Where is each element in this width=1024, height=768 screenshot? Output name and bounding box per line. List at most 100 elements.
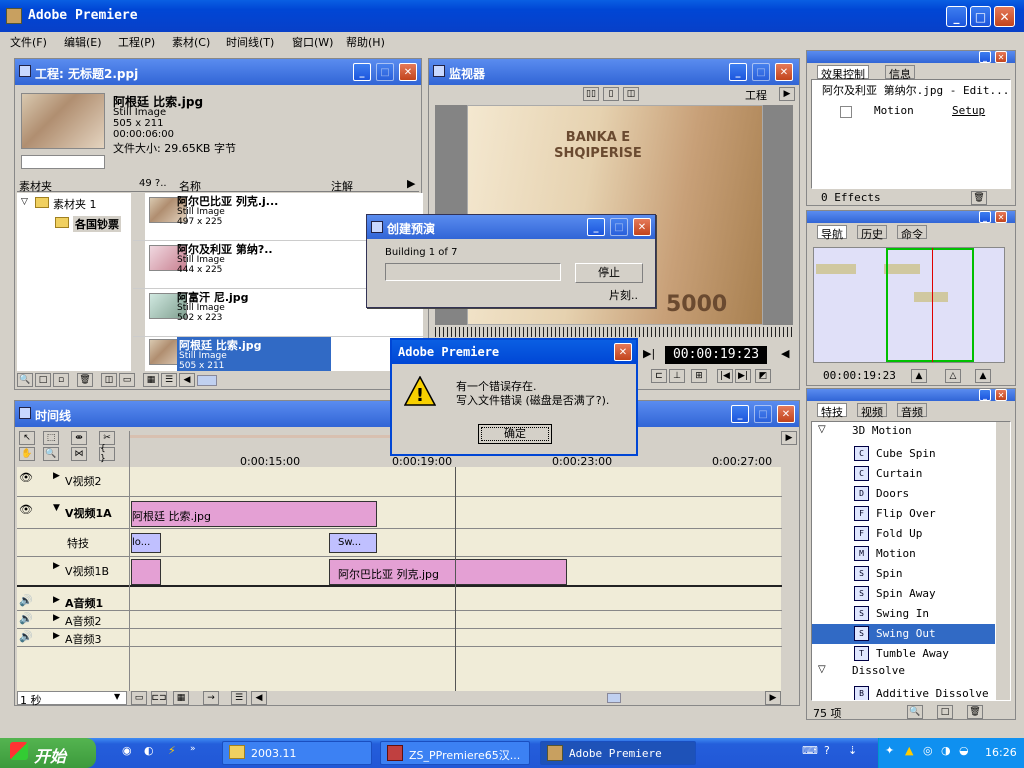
sync-icon[interactable]: ▦ bbox=[173, 691, 189, 705]
fx-folder-icon[interactable]: □ bbox=[937, 705, 953, 719]
preview-play-bar[interactable] bbox=[21, 155, 105, 169]
timeline-menu-icon[interactable]: ▶ bbox=[781, 431, 797, 445]
next-frame-icon[interactable]: ▶| bbox=[643, 347, 661, 363]
start-button[interactable]: 开始 bbox=[0, 738, 96, 768]
help-icon[interactable]: ? bbox=[824, 744, 830, 757]
zoom-tool-icon[interactable]: 🔍 bbox=[43, 447, 59, 461]
timeline-close-icon[interactable]: ✕ bbox=[777, 405, 795, 423]
expand-track-icon[interactable]: ▶ bbox=[53, 471, 60, 481]
expand-icon[interactable]: ▽ bbox=[818, 424, 826, 435]
nav-zoom-in-icon[interactable]: ▲ bbox=[975, 369, 991, 383]
goto-in-icon[interactable]: |◀ bbox=[717, 369, 733, 383]
fx-close-icon[interactable]: ✕ bbox=[995, 389, 1007, 401]
network-icon[interactable]: ◎ bbox=[923, 744, 933, 757]
hand-tool-icon[interactable]: ✋ bbox=[19, 447, 35, 461]
clip-v1b-head[interactable] bbox=[131, 559, 161, 585]
menu-project[interactable]: 工程(P) bbox=[118, 34, 155, 50]
nav-minimize-icon[interactable]: _ bbox=[979, 211, 991, 223]
shortcut-icon[interactable]: ⚡ bbox=[168, 744, 176, 757]
menu-window[interactable]: 窗口(W) bbox=[292, 34, 333, 50]
tab-info[interactable]: 信息 bbox=[885, 65, 915, 81]
error-close-icon[interactable]: ✕ bbox=[614, 343, 632, 361]
maximize-icon[interactable]: □ bbox=[970, 6, 991, 27]
monitor-menu-icon[interactable]: ▶ bbox=[779, 87, 795, 101]
menu-help[interactable]: 帮助(H) bbox=[346, 34, 385, 50]
menu-file[interactable]: 文件(F) bbox=[10, 34, 47, 50]
fx-group-label[interactable]: 3D Motion bbox=[852, 424, 912, 437]
delete-icon[interactable]: 🗑 bbox=[77, 373, 93, 387]
transition-clip-2[interactable]: Sw... bbox=[329, 533, 377, 553]
col-notes[interactable]: 注解 bbox=[331, 178, 353, 194]
ec-minimize-icon[interactable]: _ bbox=[979, 51, 991, 63]
render-maximize-icon[interactable]: □ bbox=[610, 218, 628, 236]
nav-view-frame[interactable] bbox=[886, 248, 974, 362]
security-icon[interactable]: ◒ bbox=[959, 744, 969, 757]
task-doc[interactable]: ZS_PPremiere65汉... bbox=[380, 741, 530, 765]
bin-item-1[interactable]: 素材夹 1 bbox=[53, 196, 97, 212]
tab-history[interactable]: 历史 bbox=[857, 225, 887, 241]
speaker-icon[interactable]: 🔊 bbox=[19, 594, 33, 607]
eye-icon[interactable]: 👁 bbox=[19, 503, 33, 516]
language-icon[interactable]: ⇣ bbox=[848, 744, 857, 757]
expand-track-icon[interactable]: ▶ bbox=[53, 613, 60, 623]
collapse-track-icon[interactable]: ▼ bbox=[53, 503, 60, 513]
snap-icon[interactable]: ⊏⊐ bbox=[151, 691, 167, 705]
speaker-icon[interactable]: 🔊 bbox=[19, 612, 33, 625]
track-format-icon[interactable]: ▭ bbox=[131, 691, 147, 705]
fx-item[interactable]: C Curtain bbox=[812, 464, 995, 484]
render-minimize-icon[interactable]: _ bbox=[587, 218, 605, 236]
tab-transitions[interactable]: 特技 bbox=[817, 403, 847, 419]
stop-button[interactable]: 停止 bbox=[575, 263, 643, 283]
scroll-left-icon[interactable]: ◀ bbox=[251, 691, 267, 705]
fx-find-icon[interactable]: 🔍 bbox=[907, 705, 923, 719]
render-close-icon[interactable]: ✕ bbox=[633, 218, 651, 236]
extract-icon[interactable]: ⊞ bbox=[691, 369, 707, 383]
in-out-tool-icon[interactable]: { } bbox=[99, 444, 115, 464]
razor-tool-icon[interactable]: ✂ bbox=[99, 431, 115, 445]
fx-item[interactable]: D Doors bbox=[812, 484, 995, 504]
volume-icon[interactable]: ◀ bbox=[781, 347, 789, 360]
nav-close-icon[interactable]: ✕ bbox=[995, 211, 1007, 223]
fx-item[interactable]: S Spin bbox=[812, 564, 995, 584]
col-count[interactable]: 49 ?.. bbox=[139, 178, 167, 189]
automate-icon[interactable]: ◫ bbox=[101, 373, 117, 387]
cross-fade-tool-icon[interactable]: ⋈ bbox=[71, 447, 87, 461]
nav-zoom-out-icon[interactable]: ▲ bbox=[911, 369, 927, 383]
project-maximize-icon[interactable]: □ bbox=[376, 63, 394, 81]
trim-view-icon[interactable]: ◫ bbox=[623, 87, 639, 101]
scroll-right-icon[interactable]: ▶ bbox=[765, 691, 781, 705]
setup-link[interactable]: Setup bbox=[952, 104, 985, 117]
fx-group-label[interactable]: Dissolve bbox=[852, 664, 905, 677]
player-icon[interactable]: ◐ bbox=[144, 744, 154, 757]
new-bin-icon[interactable]: □ bbox=[35, 373, 51, 387]
menu-clip[interactable]: 素材(C) bbox=[172, 34, 210, 50]
range-select-tool-icon[interactable]: ⬚ bbox=[43, 431, 59, 445]
tray-icon[interactable]: ✦ bbox=[885, 744, 894, 757]
toggle-track-icon[interactable]: ☰ bbox=[231, 691, 247, 705]
fx-scrollbar[interactable] bbox=[996, 422, 1010, 700]
volume-tray-icon[interactable]: ◑ bbox=[941, 744, 951, 757]
tab-navigator[interactable]: 导航 bbox=[817, 225, 847, 241]
zoom-select[interactable]: 1 秒 ▼ bbox=[17, 691, 127, 707]
list-item-selected[interactable]: 阿根廷 比索.jpg Still Image 505 x 211 bbox=[133, 337, 423, 371]
timeline-scroll-thumb[interactable] bbox=[607, 693, 621, 703]
nav-zoom-slider-icon[interactable]: △ bbox=[945, 369, 961, 383]
monitor-minimize-icon[interactable]: _ bbox=[729, 63, 747, 81]
eye-icon[interactable]: 👁 bbox=[19, 471, 33, 484]
ie-icon[interactable]: ◉ bbox=[122, 744, 132, 757]
monitor-timecode[interactable]: 00:00:19:23 bbox=[665, 346, 767, 364]
bin-item-2[interactable]: 各国钞票 bbox=[73, 216, 121, 232]
fx-item[interactable]: B Additive Dissolve bbox=[812, 684, 995, 700]
close-icon[interactable]: ✕ bbox=[994, 6, 1015, 27]
menu-timeline[interactable]: 时间线(T) bbox=[226, 34, 274, 50]
monitor-scrubber[interactable] bbox=[435, 327, 795, 337]
fx-delete-icon[interactable]: 🗑 bbox=[967, 705, 983, 719]
tab-video[interactable]: 视频 bbox=[857, 403, 887, 419]
fx-item[interactable]: S Swing In bbox=[812, 604, 995, 624]
fx-item[interactable]: S Spin Away bbox=[812, 584, 995, 604]
expand-track-icon[interactable]: ▶ bbox=[53, 561, 60, 571]
nav-timecode[interactable]: 00:00:19:23 bbox=[823, 369, 896, 382]
thumbnail-view-icon[interactable]: ▦ bbox=[143, 373, 159, 387]
ok-button[interactable]: 确定 bbox=[478, 424, 552, 444]
timeline-minimize-icon[interactable]: _ bbox=[731, 405, 749, 423]
